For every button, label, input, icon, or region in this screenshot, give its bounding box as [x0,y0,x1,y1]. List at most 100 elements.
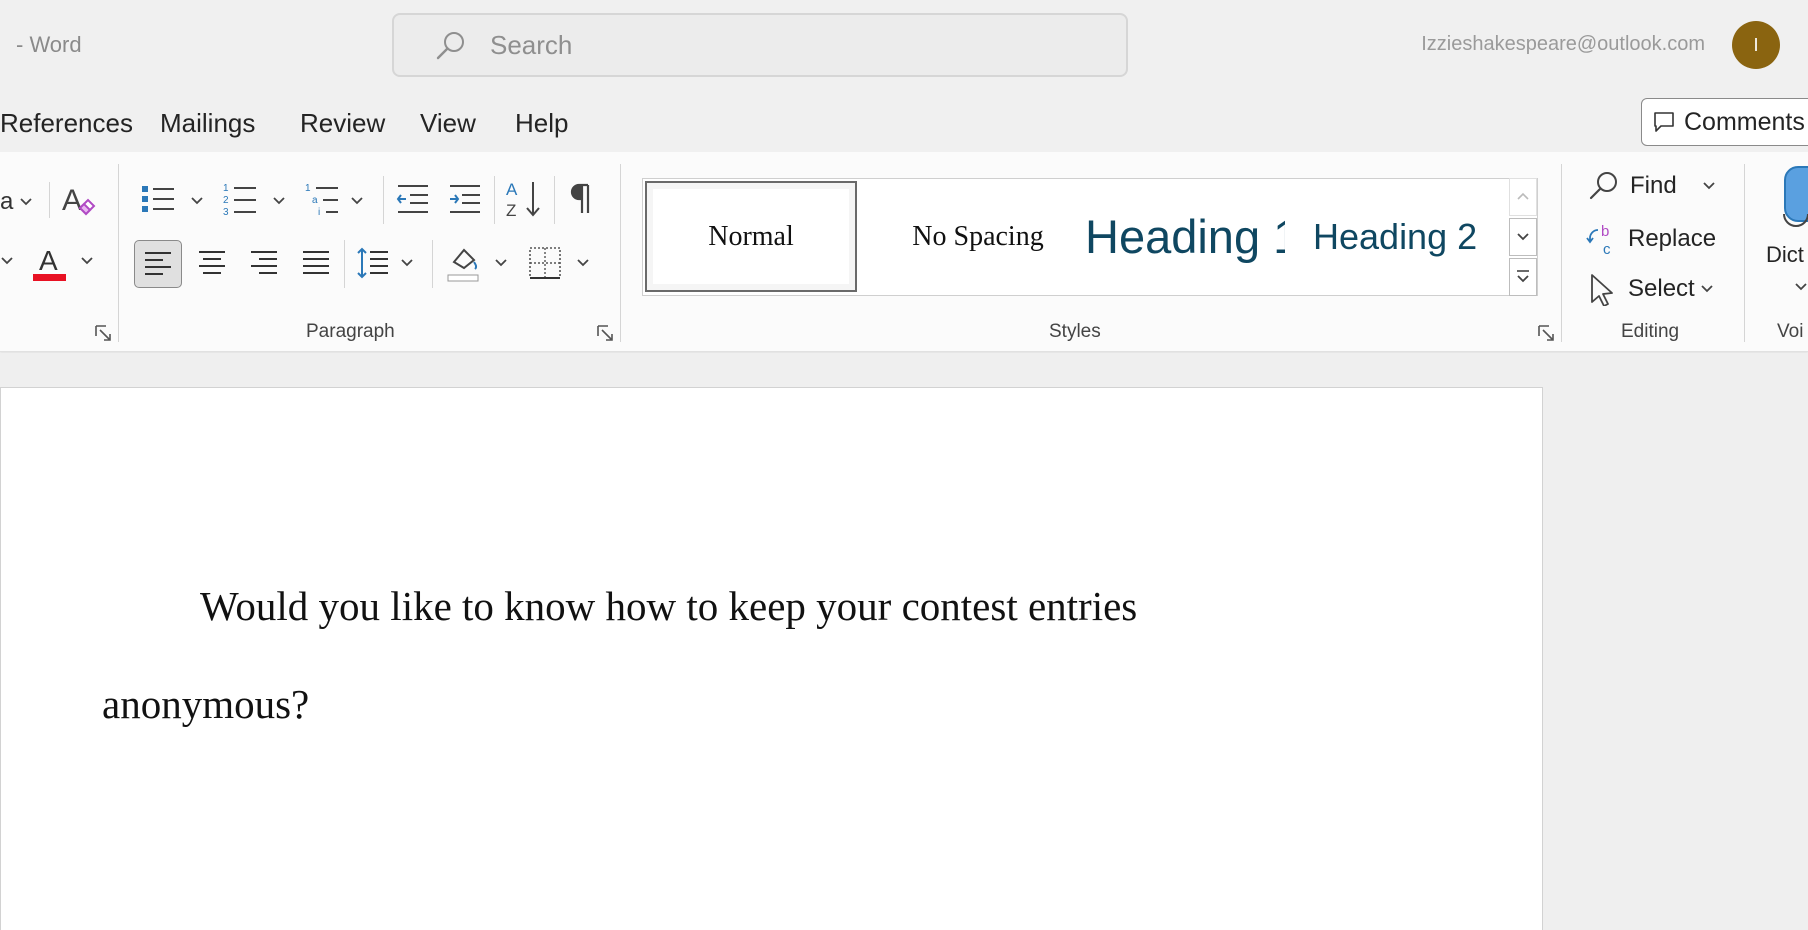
cursor-icon [1591,274,1613,306]
clear-formatting-icon[interactable]: A [60,180,98,220]
svg-text:b: b [1601,223,1609,240]
search-input[interactable]: Search [392,13,1128,77]
replace-button[interactable]: b c Replace [1586,222,1716,256]
increase-indent-icon[interactable] [448,182,482,216]
dialog-launcher-icon[interactable] [1537,324,1555,342]
app-title: - Word [16,32,82,57]
shading-icon[interactable] [446,244,482,284]
svg-text:A: A [39,245,58,276]
gallery-scroll-up-button[interactable] [1509,178,1537,216]
find-label: Find [1630,172,1677,199]
chevron-down-icon[interactable] [1794,282,1808,292]
find-button[interactable]: Find [1588,170,1717,202]
chevron-down-icon[interactable] [80,256,94,266]
dialog-launcher-icon[interactable] [596,324,614,342]
dictate-label[interactable]: Dict [1766,242,1804,268]
document-area: Would you like to know how to keep your … [0,353,1808,930]
justify-icon[interactable] [302,250,330,276]
align-left-button[interactable] [134,240,182,288]
chevron-down-icon[interactable] [350,196,364,206]
dialog-launcher-icon[interactable] [94,324,112,342]
replace-label: Replace [1628,225,1717,252]
chevron-down-icon [20,198,32,206]
styles-group-label: Styles [1049,321,1101,342]
paragraph-mark-icon[interactable] [568,182,596,216]
tab-view[interactable]: View [420,108,476,139]
styles-gallery: Normal No Spacing Heading 1 Heading 2 [642,178,1538,296]
svg-text:2: 2 [223,195,229,206]
microphone-stand-icon [1783,213,1808,227]
svg-text:1: 1 [305,183,311,194]
title-bar: - Word Search Izzieshakespeare@outlook.c… [0,0,1808,90]
svg-text:A: A [62,184,82,217]
replace-icon: b c [1586,223,1611,256]
svg-text:i: i [318,207,320,218]
bullets-icon[interactable] [140,182,180,216]
tab-mailings[interactable]: Mailings [160,108,255,139]
comments-button[interactable]: Comments [1641,98,1808,146]
select-label: Select [1628,275,1695,302]
comments-label: Comments [1684,107,1805,136]
font-size-fragment: a [0,188,14,215]
tab-help[interactable]: Help [515,108,568,139]
gallery-scroll-down-button[interactable] [1509,218,1537,256]
style-normal[interactable]: Normal [645,181,857,292]
divider [383,176,384,224]
tab-review[interactable]: Review [300,108,385,139]
divider [432,240,433,288]
align-right-icon[interactable] [250,250,278,276]
align-center-icon[interactable] [198,250,226,276]
chevron-down-icon[interactable] [576,258,590,268]
line-spacing-icon[interactable] [356,246,390,280]
sort-icon[interactable]: A Z [504,178,544,220]
divider [344,240,345,288]
divider [494,176,495,224]
search-icon [436,32,464,60]
style-heading-2[interactable]: Heading 2 [1303,179,1509,294]
align-left-icon [145,252,171,275]
svg-text:A: A [506,180,518,199]
divider [118,164,119,342]
expand-gallery-icon [1517,270,1529,283]
tab-references[interactable]: References [0,108,133,139]
svg-text:Z: Z [506,201,516,220]
avatar[interactable]: I [1732,21,1780,69]
style-no-spacing[interactable]: No Spacing [873,179,1083,294]
font-color-icon[interactable]: A [32,244,68,284]
chevron-down-icon[interactable] [400,258,414,268]
svg-text:1: 1 [223,183,229,194]
divider [1561,164,1562,342]
document-line-2[interactable]: anonymous? [102,680,309,728]
chevron-down-icon [1517,233,1529,241]
svg-text:c: c [1603,241,1611,256]
borders-icon[interactable] [528,246,562,280]
paragraph-group-label: Paragraph [306,321,395,342]
document-page[interactable]: Would you like to know how to keep your … [0,387,1543,930]
chevron-down-icon [1703,182,1715,190]
select-button[interactable]: Select [1588,272,1715,306]
search-icon [1589,172,1617,200]
chevron-down-icon[interactable] [190,196,204,206]
search-placeholder: Search [490,30,573,60]
multilevel-list-icon[interactable]: 1 a i [304,180,344,218]
svg-text:a: a [312,195,318,206]
document-line-1[interactable]: Would you like to know how to keep your … [200,582,1137,630]
divider [620,164,621,342]
style-heading-1[interactable]: Heading 1 [1085,179,1285,294]
font-size-dropdown[interactable]: a [0,188,33,216]
chevron-down-icon[interactable] [0,256,14,266]
editing-group-label: Editing [1621,321,1680,342]
style-normal-label: Normal [653,189,849,284]
chevron-down-icon[interactable] [494,258,508,268]
divider [49,182,50,218]
divider [554,176,555,224]
comment-icon [1654,112,1674,132]
ribbon: a A A 1 2 3 1 a i A Z Paragraph Normal N… [0,152,1808,352]
chevron-down-icon[interactable] [272,196,286,206]
numbering-icon[interactable]: 1 2 3 [222,180,262,218]
account-email[interactable]: Izzieshakespeare@outlook.com [1421,33,1705,56]
chevron-down-icon [1701,285,1713,293]
gallery-more-button[interactable] [1509,258,1537,296]
decrease-indent-icon[interactable] [396,182,430,216]
voice-group-label: Voi [1777,321,1804,342]
